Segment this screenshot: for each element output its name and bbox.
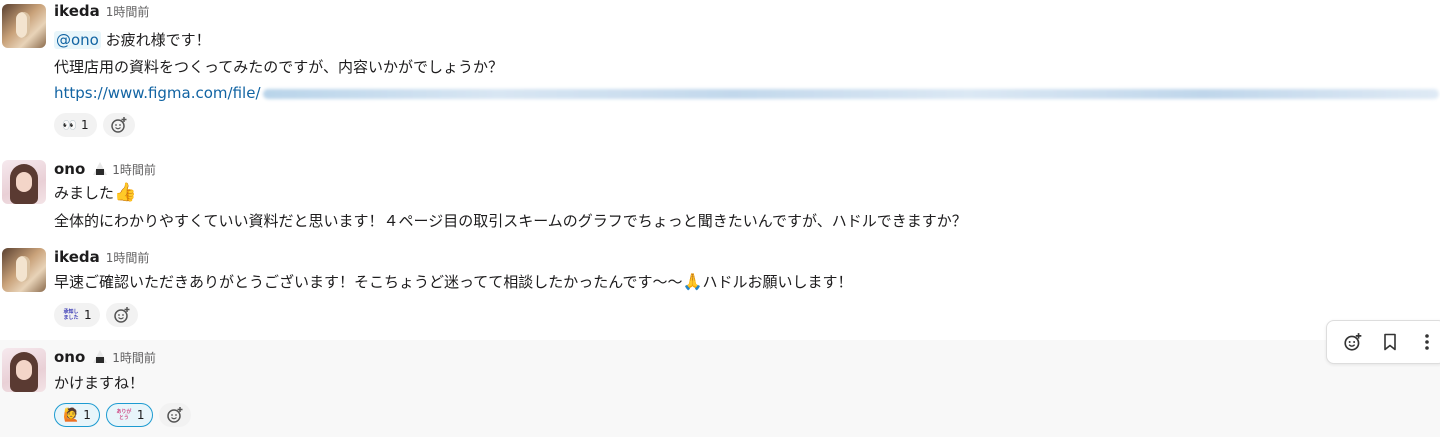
eyes-emoji-icon: 👀 xyxy=(62,118,77,132)
avatar[interactable] xyxy=(2,248,46,292)
reaction-raising-hand[interactable]: 🙋 1 xyxy=(54,403,100,427)
message-text-fragment: ハドルお願いします！ xyxy=(702,273,853,291)
reaction-count: 1 xyxy=(80,118,89,132)
message-actions-toolbar xyxy=(1326,320,1440,364)
save-for-later-button[interactable] xyxy=(1372,324,1409,360)
reaction-count: 1 xyxy=(83,408,91,422)
onigiri-icon[interactable] xyxy=(93,162,108,175)
folded-hands-icon: 🙏 xyxy=(682,272,703,291)
message-text-fragment: みました xyxy=(54,184,115,202)
add-reaction-button[interactable] xyxy=(159,403,192,427)
figma-link[interactable]: https://www.figma.com/file/ xyxy=(54,84,261,102)
message-text: @ono お疲れ様です！ xyxy=(54,30,211,50)
message-item: ikeda 1時間前 早速ご確認いただきありがとうございます！そこちょうど迷って… xyxy=(0,243,1440,335)
message-text-fragment: お疲れ様です！ xyxy=(100,31,211,49)
reaction-count: 1 xyxy=(136,408,145,422)
thumbs-up-icon: 👍 xyxy=(114,182,137,203)
sender-name[interactable]: ono xyxy=(54,160,85,178)
user-mention[interactable]: @ono xyxy=(54,31,101,49)
message-text: 早速ご確認いただきありがとうございます！そこちょうど迷ってて相談したかったんです… xyxy=(54,272,852,292)
message-item: ikeda 1時間前 @ono お疲れ様です！ 代理店用の資料をつくってみたので… xyxy=(0,0,1440,150)
message-link-line: https://www.figma.com/file/ xyxy=(54,83,1439,103)
add-reaction-button[interactable] xyxy=(105,303,138,327)
person-raising-hand-icon: 🙋 xyxy=(63,407,80,423)
reaction-shouchi[interactable]: 承知しました 1 xyxy=(54,303,100,327)
message-text: かけますね！ xyxy=(54,374,145,392)
more-actions-icon xyxy=(1424,334,1429,350)
onigiri-icon[interactable] xyxy=(93,350,108,363)
bookmark-icon xyxy=(1384,333,1396,351)
timestamp[interactable]: 1時間前 xyxy=(112,349,156,366)
avatar[interactable] xyxy=(2,4,46,48)
sender-name[interactable]: ikeda xyxy=(54,248,100,266)
add-reaction-button[interactable] xyxy=(1335,324,1372,360)
timestamp[interactable]: 1時間前 xyxy=(106,3,150,20)
arigatou-stamp-icon: ありがとう xyxy=(116,409,132,421)
avatar[interactable] xyxy=(2,348,46,392)
reaction-count: 1 xyxy=(84,308,92,322)
add-reaction-icon xyxy=(113,307,130,323)
message-text: 全体的にわかりやすくていい資料だと思います！４ページ目の取引スキームのグラフでち… xyxy=(54,212,967,230)
add-reaction-icon xyxy=(110,117,127,133)
reaction-arigatou[interactable]: ありがとう 1 xyxy=(105,403,154,427)
add-reaction-icon xyxy=(167,407,183,423)
message-text: 代理店用の資料をつくってみたのですが、内容いかがでしょうか？ xyxy=(54,58,503,76)
shouchi-stamp-icon: 承知しました xyxy=(63,309,79,321)
timestamp[interactable]: 1時間前 xyxy=(112,161,156,178)
message-text-fragment: 早速ご確認いただきありがとうございます！そこちょうど迷ってて相談したかったんです… xyxy=(54,273,683,291)
blurred-link-remainder xyxy=(262,88,1439,99)
message-item: ono 1時間前 かけますね！ 🙋 1 ありがとう 1 xyxy=(0,340,1440,437)
timestamp[interactable]: 1時間前 xyxy=(106,249,150,266)
add-reaction-icon xyxy=(1344,333,1362,351)
more-actions-button[interactable] xyxy=(1408,324,1440,360)
sender-name[interactable]: ono xyxy=(54,348,85,366)
message-text: みました👍 xyxy=(54,183,136,203)
message-item: ono 1時間前 みました👍 全体的にわかりやすくていい資料だと思います！４ペー… xyxy=(0,155,1440,240)
add-reaction-button[interactable] xyxy=(102,113,135,137)
avatar[interactable] xyxy=(2,160,46,204)
reaction-eyes[interactable]: 👀 1 xyxy=(54,113,97,137)
sender-name[interactable]: ikeda xyxy=(54,2,100,20)
